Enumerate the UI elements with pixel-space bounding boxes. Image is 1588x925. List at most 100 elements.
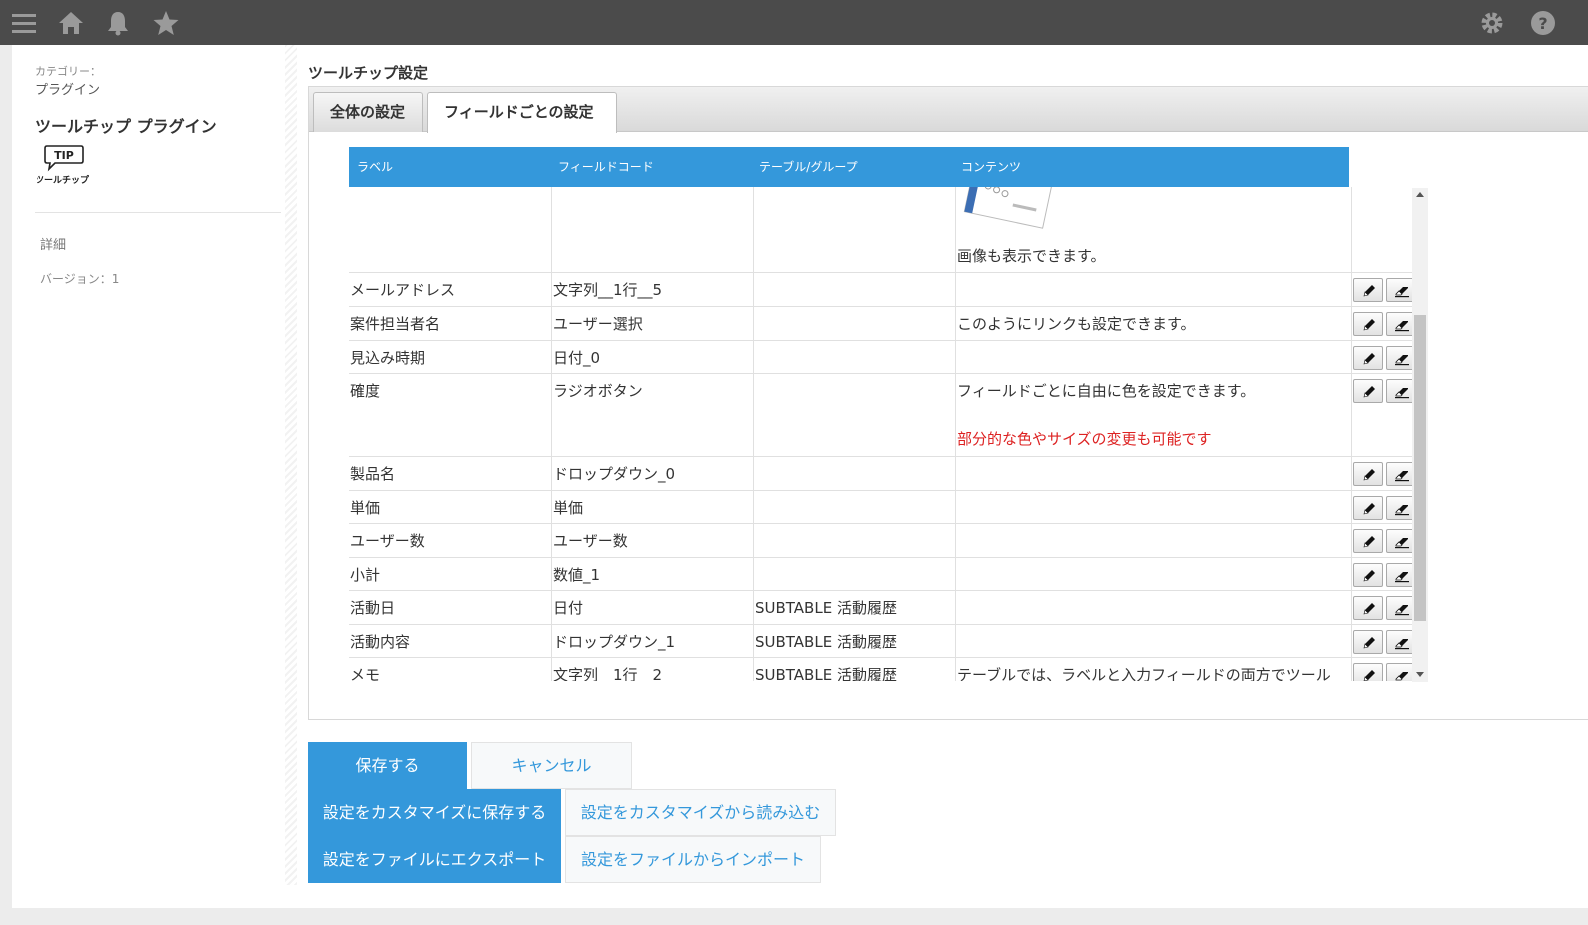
table-row: 活動内容 ドロップダウン_1 SUBTABLE 活動履歴 <box>349 625 1419 658</box>
header-contents: コンテンツ <box>961 160 1022 174</box>
table-scrollbar[interactable] <box>1412 188 1428 682</box>
row-actions <box>1353 596 1417 620</box>
cell-label: 小計 <box>350 566 381 584</box>
table-row: 案件担当者名 ユーザー選択 このようにリンクも設定できます。 <box>349 307 1419 341</box>
table-row: メールアドレス 文字列__1行__5 <box>349 273 1419 307</box>
cell-contents <box>955 558 1352 590</box>
sidebar-separator <box>35 212 281 213</box>
cell-table-group <box>753 273 955 306</box>
cell-field-code: 数値_1 <box>551 558 753 590</box>
row-actions <box>1353 278 1417 302</box>
header-label: ラベル <box>357 160 394 174</box>
cell-field-code: 日付 <box>551 591 753 624</box>
load-from-customize-button[interactable]: 設定をカスタマイズから読み込む <box>565 789 836 836</box>
bell-icon[interactable] <box>104 9 132 37</box>
version-label: バージョン：1 <box>40 272 120 286</box>
cell-field-code: ラジオボタン <box>551 374 753 456</box>
star-icon[interactable] <box>152 9 180 37</box>
import-from-file-button[interactable]: 設定をファイルからインポート <box>565 836 821 883</box>
cell-label: 見込み時期 <box>350 349 426 367</box>
content-red-text: 部分的な色やサイズの変更も可能です <box>957 430 1212 448</box>
edit-button[interactable] <box>1353 379 1383 403</box>
edit-button[interactable] <box>1353 496 1383 520</box>
tab-global-settings[interactable]: 全体の設定 <box>313 92 423 132</box>
cell-contents <box>955 341 1352 373</box>
cell-contents: フィールドごとに自由に色を設定できます。 部分的な色やサイズの変更も可能です <box>955 374 1352 456</box>
sample-card-image <box>963 187 1054 229</box>
export-to-file-button[interactable]: 設定をファイルにエクスポート <box>308 836 561 883</box>
edit-button[interactable] <box>1353 563 1383 587</box>
cell-contents <box>955 273 1352 306</box>
sidebar-divider <box>285 45 297 885</box>
content-text: フィールドごとに自由に色を設定できます。 <box>957 382 1256 400</box>
cell-field-code: ユーザー数 <box>551 524 753 557</box>
table-row: 見込み時期 日付_0 <box>349 341 1419 374</box>
logo-tip-text: TIP <box>54 149 74 162</box>
cell-field-code: ドロップダウン_1 <box>551 625 753 657</box>
edit-button[interactable] <box>1353 278 1383 302</box>
cell-contents <box>955 625 1352 657</box>
scroll-down-arrow-icon[interactable] <box>1416 672 1424 677</box>
cell-field-code: 文字列__1行__2 <box>551 658 753 681</box>
row-actions <box>1353 529 1417 553</box>
save-to-customize-button[interactable]: 設定をカスタマイズに保存する <box>308 789 561 836</box>
cell-contents <box>955 591 1352 624</box>
edit-button[interactable] <box>1353 529 1383 553</box>
header-field-code: フィールドコード <box>558 160 654 174</box>
cell-label: ユーザー数 <box>350 532 425 550</box>
table-scroll-area[interactable]: 画像も表示できます。 メールアドレス 文字列__1行__5 案件担当者名 ユーザー選択… <box>349 187 1434 681</box>
cell-label: 単価 <box>350 499 381 517</box>
row-actions <box>1353 312 1417 336</box>
row-actions <box>1353 563 1417 587</box>
cell-label: 案件担当者名 <box>350 315 441 333</box>
section-title: ツールチップ設定 <box>308 64 429 82</box>
cell-field-code: ユーザー選択 <box>551 307 753 340</box>
gear-icon[interactable] <box>1478 9 1506 37</box>
edit-button[interactable] <box>1353 630 1383 654</box>
scroll-up-arrow-icon[interactable] <box>1416 192 1424 197</box>
row-actions <box>1353 496 1417 520</box>
cell-label: 製品名 <box>350 465 396 483</box>
cell-label: メモ <box>350 666 381 681</box>
table-row: メモ 文字列__1行__2 SUBTABLE 活動履歴 テーブルでは、ラベルと入力フィ… <box>349 658 1419 681</box>
edit-button[interactable] <box>1353 596 1383 620</box>
cell-label: 確度 <box>350 382 381 400</box>
cell-contents <box>955 524 1352 557</box>
menu-icon[interactable] <box>10 9 38 37</box>
cell-table-group <box>753 457 955 490</box>
category-value: プラグイン <box>35 83 101 98</box>
row-actions <box>1353 462 1417 486</box>
help-icon[interactable]: ? <box>1529 9 1557 37</box>
header-table-group: テーブル/グループ <box>759 160 858 174</box>
row-actions <box>1353 630 1417 654</box>
cell-table-group <box>753 524 955 557</box>
table-row: 製品名 ドロップダウン_0 <box>349 457 1419 491</box>
home-icon[interactable] <box>57 9 85 37</box>
edit-button[interactable] <box>1353 346 1383 370</box>
edit-button[interactable] <box>1353 462 1383 486</box>
tab-strip: 全体の設定 フィールドごとの設定 <box>309 87 1588 133</box>
svg-text:?: ? <box>1538 14 1547 33</box>
edit-button[interactable] <box>1353 663 1383 681</box>
cell-label: 活動日 <box>350 599 396 617</box>
tab-panel: 全体の設定 フィールドごとの設定 ラベル フィールドコード テーブル/グループ … <box>308 86 1588 720</box>
image-caption: 画像も表示できます。 <box>957 247 1106 265</box>
scrollbar-thumb[interactable] <box>1414 315 1426 621</box>
cell-table-group: SUBTABLE 活動履歴 <box>753 625 955 657</box>
edit-button[interactable] <box>1353 312 1383 336</box>
row-actions <box>1353 663 1417 681</box>
detail-link[interactable]: 詳細 <box>40 234 66 253</box>
cell-contents <box>955 491 1352 523</box>
category-caption: カテゴリー： <box>35 65 101 78</box>
table-row: 確度 ラジオボタン フィールドごとに自由に色を設定できます。 部分的な色やサイズの変更… <box>349 374 1419 457</box>
cancel-button[interactable]: キャンセル <box>471 742 632 789</box>
save-button[interactable]: 保存する <box>308 742 467 789</box>
tab-field-settings[interactable]: フィールドごとの設定 <box>427 92 617 133</box>
cell-table-group: SUBTABLE 活動履歴 <box>753 591 955 624</box>
plugin-name: ツールチップ プラグイン <box>35 117 217 136</box>
cell-table-group: SUBTABLE 活動履歴 <box>753 658 955 681</box>
cell-table-group <box>753 491 955 523</box>
row-actions <box>1353 346 1417 370</box>
page-panel: カテゴリー： プラグイン ツールチップ プラグイン TIP ツールチップ 詳細 … <box>12 45 1588 908</box>
cell-table-group <box>753 341 955 373</box>
